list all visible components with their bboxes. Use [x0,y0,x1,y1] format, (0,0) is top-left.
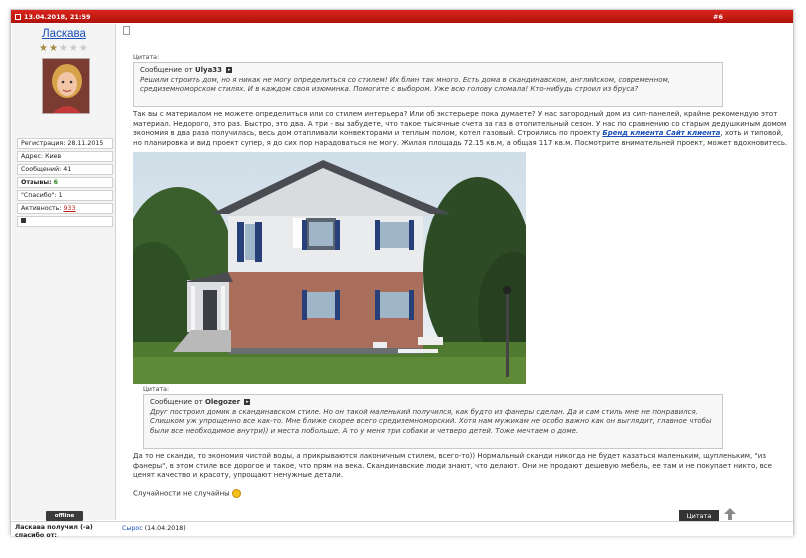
username-link[interactable]: Ласкава [12,28,116,40]
scroll-up-icon[interactable] [724,508,736,520]
thanks-list: Сырос (14.04.2018) [122,525,186,532]
thanks-label: Ласкава получил (-а) спасибо от: [15,524,93,539]
activity-bar [17,216,113,227]
activity-label: Активность: [21,205,62,212]
avatar[interactable] [42,58,90,114]
post-header: 13.04.2018, 21:59 #6 [11,10,793,23]
reviews-value[interactable]: 6 [54,179,58,186]
activity-square-icon [21,218,26,223]
user-address: Адрес: Киев [17,151,113,162]
post-number-link[interactable]: #6 [713,13,723,21]
star-empty-icon: ★ [78,43,88,54]
post-header-left: 13.04.2018, 21:59 [15,13,91,21]
quote-author: Сообщение от Ulya33 ▸ [140,66,716,76]
status-text: offline [54,513,75,519]
client-project-link[interactable]: Бренд клиента Сайт клиента [602,129,720,137]
quote-author-name: Ulya33 [194,66,223,74]
quote-label: Цитата: [133,54,160,61]
quote-author-prefix: Сообщение от [150,398,203,406]
star-icon: ★ [39,43,48,54]
house-photo[interactable] [133,152,526,384]
star-icon: ★ [48,43,58,54]
quote-text: Решили строить дом, но я никак не могу о… [140,75,670,94]
quote-author: Сообщение от Olegozer ▸ [150,398,716,408]
quote-label: Цитата: [143,386,170,393]
smiley-icon [231,489,241,498]
thanks-user-link[interactable]: Сырос [122,525,143,532]
thanks-count: "Спасибо": 1 [17,190,113,201]
thanks-footer: Ласкава получил (-а) спасибо от: Сырос (… [11,521,793,539]
registration-date: Регистрация: 28.11.2015 [17,138,113,149]
forum-post: 13.04.2018, 21:59 #6 Ласкава ★ ★ ★ ★ ★ Р… [10,9,794,539]
reviews-row: Отзывы: 6 [17,177,113,188]
quote-text: Друг построил домик в скандинавском стил… [150,407,712,435]
go-to-post-icon[interactable]: ▸ [244,399,251,405]
go-to-post-icon[interactable]: ▸ [226,67,233,73]
reply-text: Да то не сканди, то экономия чистой воды… [133,452,772,480]
post-timestamp: 13.04.2018, 21:59 [24,13,91,21]
quote-block: Сообщение от Olegozer ▸ Друг построил до… [143,394,723,449]
document-icon [123,26,130,35]
offline-status-badge: offline [46,511,83,521]
user-rating: ★ ★ ★ ★ ★ [39,44,88,54]
quote-author-name: Olegozer [204,398,241,406]
reviews-label: Отзывы: [21,179,52,186]
thanks-date: (14.04.2018) [144,525,186,532]
message-count: Сообщений: 41 [17,164,113,175]
activity-value[interactable]: 933 [64,205,76,212]
star-empty-icon: ★ [58,43,68,54]
activity-row: Активность: 933 [17,203,113,214]
user-sidebar: Ласкава ★ ★ ★ ★ ★ Регистрация: 28.11.201… [12,24,116,521]
star-empty-icon: ★ [68,43,78,54]
signature-text: Случайности не случайны [133,489,230,498]
quote-author-prefix: Сообщение от [140,66,193,74]
post-content: Цитата: Сообщение от Ulya33 ▸ Решили стр… [121,24,791,522]
user-info: Регистрация: 28.11.2015 Адрес: Киев Сооб… [17,138,113,229]
reply-text: Так вы с материалом не можете определить… [133,110,788,148]
signature: Случайности не случайны [133,489,433,499]
quote-block: Сообщение от Ulya33 ▸ Решили строить дом… [133,62,723,107]
post-icon [15,14,21,20]
